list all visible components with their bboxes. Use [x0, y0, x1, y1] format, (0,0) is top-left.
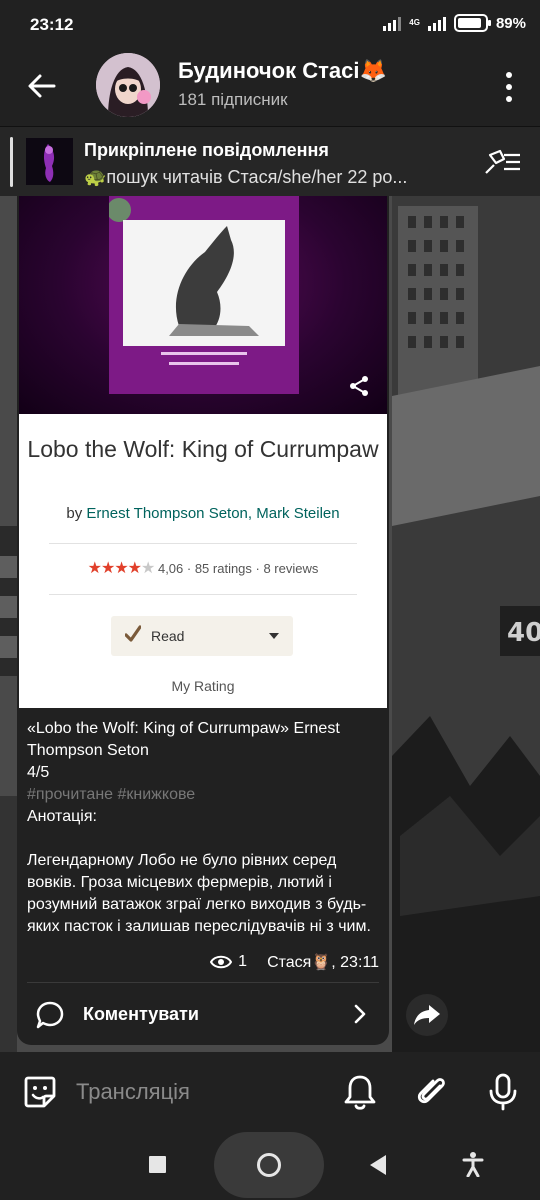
- divider: [49, 594, 357, 595]
- broadcast-placeholder[interactable]: Трансляція: [76, 1079, 190, 1105]
- forward-button[interactable]: [406, 994, 448, 1036]
- microphone-icon[interactable]: [488, 1072, 518, 1112]
- battery-percent: 89%: [495, 14, 526, 32]
- sticker-icon[interactable]: [22, 1074, 58, 1110]
- post-signature: Стася🦉, 23:11: [267, 954, 379, 971]
- more-vertical-icon[interactable]: [504, 70, 514, 104]
- comment-icon: [36, 1001, 64, 1029]
- chevron-right-icon: [354, 1004, 366, 1024]
- book-title: Lobo the Wolf: King of Currumpaw: [27, 436, 379, 462]
- home-icon: [257, 1153, 281, 1177]
- pin-list-icon[interactable]: [482, 147, 522, 177]
- bottom-bar: Трансляція: [0, 1052, 540, 1132]
- bell-icon[interactable]: [342, 1072, 378, 1112]
- signal-icon-2: [427, 15, 446, 31]
- arrow-left-icon[interactable]: [24, 68, 60, 104]
- book-authors-line: by Ernest Thompson Seton, Mark Steilen: [19, 505, 387, 522]
- pinned-thumbnail: [26, 138, 73, 185]
- share-icon[interactable]: [347, 374, 371, 398]
- home-button[interactable]: [214, 1132, 324, 1198]
- by-prefix: by: [66, 505, 83, 522]
- book-authors[interactable]: Ernest Thompson Seton, Mark Steilen: [86, 505, 339, 522]
- pinned-message-bar[interactable]: Прикріплене повідомлення 🐢пошук читачів …: [0, 126, 540, 196]
- rating-stars: ★★★★★: [87, 560, 156, 577]
- chevron-down-icon: [269, 633, 279, 639]
- avatar[interactable]: [96, 53, 160, 117]
- caption-score: 4/5: [27, 764, 50, 781]
- channel-post[interactable]: Lobo the Wolf: King of Currumpaw by Erne…: [17, 196, 389, 1045]
- annotation-label: Анотація:: [27, 808, 97, 825]
- divider: [49, 543, 357, 544]
- post-caption: «Lobo the Wolf: King of Currumpaw» Ernes…: [27, 718, 385, 938]
- pinned-text: 🐢пошук читачів Стася/she/her 22 ро...: [84, 167, 408, 187]
- pinned-title: Прикріплене повідомлення: [84, 140, 329, 160]
- shelf-button[interactable]: Read: [111, 616, 293, 656]
- back-button[interactable]: [370, 1155, 386, 1175]
- status-time: 23:12: [30, 15, 74, 34]
- annotation-text: Легендарному Лобо не було рівних серед в…: [27, 852, 371, 935]
- battery-level-fill: [457, 18, 482, 28]
- rating-text: 4,06 · 85 ratings · 8 reviews: [157, 561, 319, 576]
- view-count: 1: [238, 953, 248, 970]
- network-type: 4G: [409, 18, 420, 27]
- pinned-indicator: [10, 137, 13, 187]
- subscriber-count: 181 підписник: [178, 90, 288, 109]
- system-navigation: [0, 1132, 540, 1200]
- status-icons: 4G 89%: [383, 14, 526, 32]
- hashtags[interactable]: #прочитане #книжкове: [27, 784, 385, 806]
- stars-off: ★: [141, 560, 155, 577]
- caption-line: «Lobo the Wolf: King of Currumpaw» Ernes…: [27, 720, 340, 759]
- book-screenshot[interactable]: Lobo the Wolf: King of Currumpaw by Erne…: [19, 196, 387, 708]
- comment-button[interactable]: Коментувати: [17, 983, 389, 1045]
- channel-title: Будиночок Стасі🦊: [178, 58, 387, 83]
- channel-header[interactable]: Будиночок Стасі🦊 181 підписник: [0, 50, 540, 126]
- book-rating: ★★★★★ 4,06 · 85 ratings · 8 reviews: [19, 558, 387, 578]
- battery-icon: [453, 14, 491, 32]
- signal-icon: [383, 15, 402, 31]
- book-cover: [107, 196, 299, 394]
- status-bar: 23:12 4G 89%: [0, 0, 540, 50]
- comment-label: Коментувати: [83, 1004, 199, 1024]
- svg-text:40: 40: [507, 618, 540, 648]
- post-meta: 1 Стася🦉, 23:11: [210, 952, 379, 972]
- check-icon: [125, 625, 141, 642]
- accessibility-icon[interactable]: [462, 1151, 484, 1177]
- forward-icon: [414, 1005, 440, 1025]
- shelf-label: Read: [151, 628, 185, 644]
- recents-button[interactable]: [149, 1156, 166, 1173]
- stars-on: ★★★★: [87, 560, 142, 577]
- eye-icon: [210, 955, 233, 969]
- my-rating-label: My Rating: [171, 678, 235, 694]
- attachment-icon[interactable]: [414, 1072, 450, 1112]
